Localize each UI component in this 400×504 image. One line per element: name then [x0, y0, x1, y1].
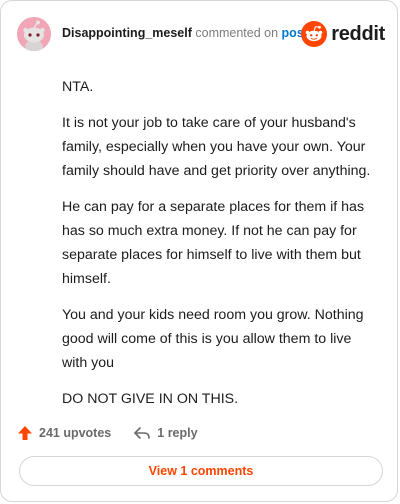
comment-paragraph: He can pay for a separate places for the… [62, 199, 365, 287]
upvote-arrow-icon [18, 426, 32, 440]
reddit-alien-icon [301, 21, 328, 47]
comment-paragraph: You and your kids need room you grow. No… [62, 307, 364, 371]
snoo-avatar-icon [17, 17, 51, 51]
comment-footer: 241 upvotes 1 reply [17, 421, 385, 445]
view-comments-button[interactable]: View 1 comments [19, 456, 383, 486]
comment-body: NTA. It is not your job to take care of … [62, 75, 380, 423]
reddit-logo[interactable]: reddit [301, 20, 385, 48]
comment-paragraph: It is not your job to take care of your … [62, 115, 371, 179]
comment-meta: Disappointing_meself commented on post [62, 26, 308, 40]
comment-card: Disappointing_meself commented on post r… [0, 0, 398, 502]
upvote-count: 241 upvotes [39, 426, 112, 440]
comment-paragraph: DO NOT GIVE IN ON THIS. [62, 391, 239, 407]
comment-header: Disappointing_meself commented on post r… [17, 17, 385, 51]
reply-count: 1 reply [157, 426, 198, 440]
upvote-button[interactable]: 241 upvotes [17, 425, 111, 441]
avatar[interactable] [17, 17, 51, 51]
author-username[interactable]: Disappointing_meself [62, 26, 192, 40]
comment-action-text: commented on [195, 26, 279, 40]
comment-paragraph: NTA. [62, 79, 94, 95]
reply-button[interactable]: 1 reply [133, 426, 198, 440]
reddit-wordmark: reddit [331, 22, 385, 45]
reply-arrow-icon [134, 427, 151, 439]
